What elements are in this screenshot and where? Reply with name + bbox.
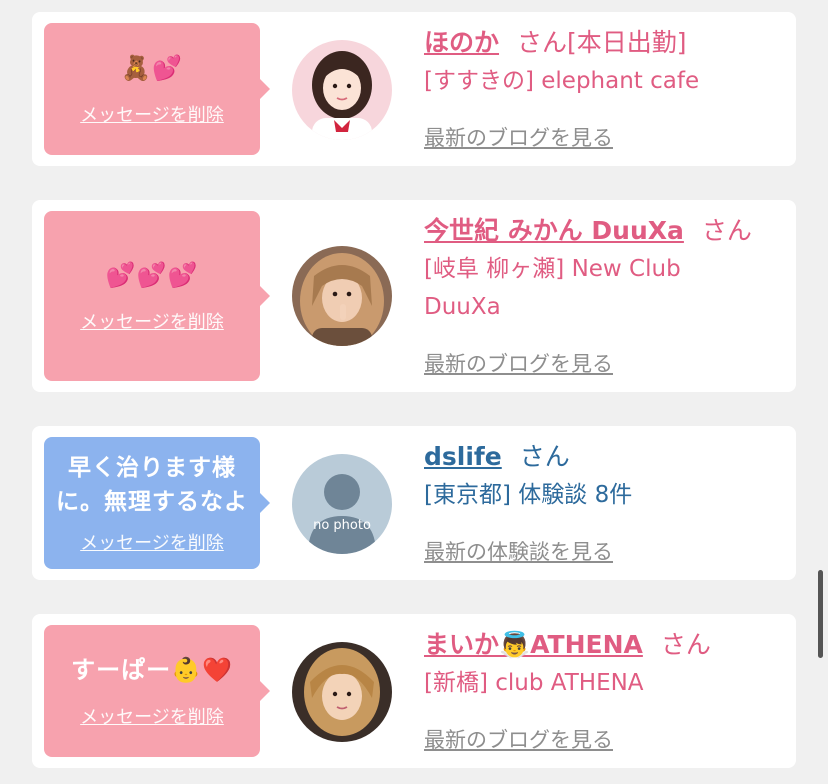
message-bubble: 💕💕💕 メッセージを削除 xyxy=(44,211,270,381)
user-info: dslife さん [東京都] 体験談 8件 xyxy=(424,438,784,514)
avatar-photo xyxy=(292,642,392,742)
user-info: まいか👼ATHENA さん [新橋] club ATHENA xyxy=(424,626,784,702)
status-tag: [本日出勤] xyxy=(567,28,687,57)
scrollbar[interactable] xyxy=(818,570,823,658)
latest-experience-link[interactable]: 最新の体験談を見る xyxy=(424,536,613,566)
message-text: 💕💕💕 xyxy=(105,261,199,289)
user-name-link[interactable]: ほのか xyxy=(424,28,499,57)
message-card: 💕💕💕 メッセージを削除 今世紀 みかん DuuXa さん [岐阜 柳ヶ瀬] Ne… xyxy=(32,200,796,392)
avatar[interactable]: no photo xyxy=(292,454,392,554)
message-text: すーぱー👶❤️ xyxy=(71,656,233,684)
latest-blog-link[interactable]: 最新のブログを見る xyxy=(424,348,613,378)
latest-blog-link[interactable]: 最新のブログを見る xyxy=(424,724,613,754)
message-bubble: 早く治ります様に。無理するなよ メッセージを削除 xyxy=(44,437,270,569)
avatar-photo xyxy=(292,246,392,346)
no-photo-label: no photo xyxy=(313,518,371,533)
message-card: 早く治ります様に。無理するなよ メッセージを削除 no photo dslife… xyxy=(32,426,796,580)
delete-message-link[interactable]: メッセージを削除 xyxy=(80,703,224,729)
experience-info: [東京都] 体験談 8件 xyxy=(424,482,633,508)
honorific: さん xyxy=(519,442,570,471)
message-card: 🧸💕 メッセージを削除 ほのか さん[本日出勤] [すすきの] elephant … xyxy=(32,12,796,166)
message-text: 🧸💕 xyxy=(121,54,183,82)
delete-message-link[interactable]: メッセージを削除 xyxy=(80,308,224,334)
shop-info: [すすきの] elephant cafe xyxy=(424,68,700,94)
delete-message-link[interactable]: メッセージを削除 xyxy=(80,529,224,555)
latest-blog-link[interactable]: 最新のブログを見る xyxy=(424,122,613,152)
avatar[interactable] xyxy=(292,642,392,742)
honorific: さん xyxy=(660,630,711,659)
avatar-photo xyxy=(292,40,392,140)
honorific: さん xyxy=(701,216,752,245)
shop-info: [新橋] club ATHENA xyxy=(424,670,644,696)
user-info: ほのか さん[本日出勤] [すすきの] elephant cafe xyxy=(424,24,784,100)
user-name-link[interactable]: まいか👼ATHENA xyxy=(424,630,643,659)
message-card: すーぱー👶❤️ メッセージを削除 まいか👼ATHENA さん [新橋] club … xyxy=(32,614,796,768)
avatar[interactable] xyxy=(292,246,392,346)
message-bubble: すーぱー👶❤️ メッセージを削除 xyxy=(44,625,270,757)
honorific: さん xyxy=(517,28,568,57)
shop-info: [岐阜 柳ヶ瀬] New Club DuuXa xyxy=(424,256,681,320)
user-name-link[interactable]: dslife xyxy=(424,442,502,471)
avatar[interactable] xyxy=(292,40,392,140)
user-name-link[interactable]: 今世紀 みかん DuuXa xyxy=(424,216,684,245)
message-text: 早く治ります様に。無理するなよ xyxy=(56,455,248,515)
no-photo-placeholder-icon xyxy=(292,454,392,554)
message-bubble: 🧸💕 メッセージを削除 xyxy=(44,23,270,155)
delete-message-link[interactable]: メッセージを削除 xyxy=(80,101,224,127)
user-info: 今世紀 みかん DuuXa さん [岐阜 柳ヶ瀬] New Club DuuXa xyxy=(424,212,784,326)
